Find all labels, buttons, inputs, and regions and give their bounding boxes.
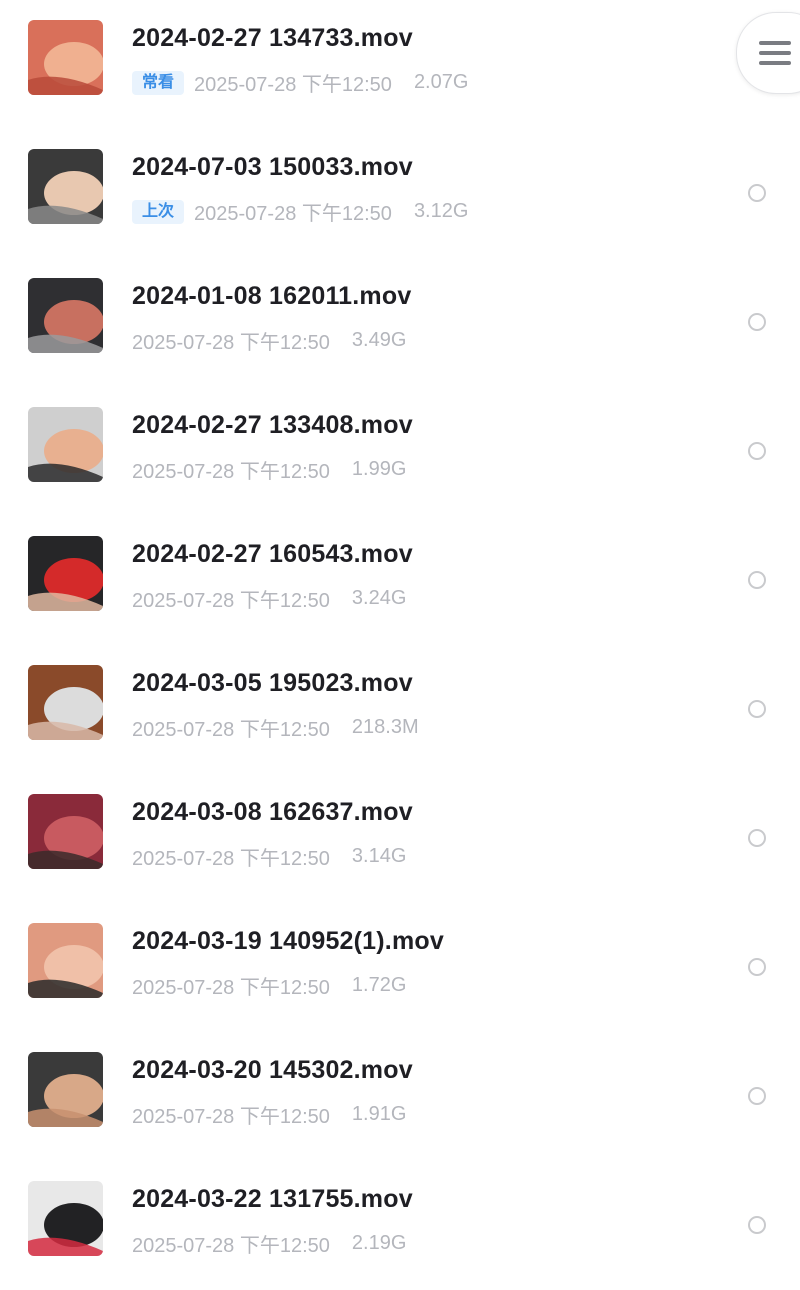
file-meta: 2025-07-28 下午12:50 3.14G bbox=[132, 842, 406, 871]
file-meta: 2025-07-28 下午12:50 3.49G bbox=[132, 326, 406, 355]
file-row[interactable]: 2024-02-27 160543.mov 2025-07-28 下午12:50 3… bbox=[0, 516, 800, 645]
video-thumbnail-image bbox=[28, 1181, 103, 1256]
file-meta: 上次 2025-07-28 下午12:50 3.12G bbox=[132, 197, 468, 226]
file-meta: 2025-07-28 下午12:50 2.19G bbox=[132, 1229, 406, 1258]
file-name: 2024-07-03 150033.mov bbox=[132, 153, 413, 181]
file-time: 2025-07-28 下午12:50 bbox=[194, 74, 392, 96]
video-thumbnail-image bbox=[28, 1052, 103, 1127]
video-thumbnail[interactable] bbox=[28, 20, 103, 95]
file-size: 1.99G bbox=[351, 458, 407, 480]
file-time: 2025-07-28 下午12:50 bbox=[132, 1106, 330, 1128]
video-thumbnail-image bbox=[28, 278, 103, 353]
video-thumbnail[interactable] bbox=[28, 536, 103, 611]
file-time: 2025-07-28 下午12:50 bbox=[132, 1235, 330, 1257]
file-size: 2.19G bbox=[351, 1232, 407, 1254]
file-row[interactable]: 2024-01-08 162011.mov 2025-07-28 下午12:50 3… bbox=[0, 258, 800, 387]
file-meta: 常看 2025-07-28 下午12:50 2.07G bbox=[132, 68, 468, 97]
file-time: 2025-07-28 下午12:50 bbox=[194, 203, 392, 225]
status-badge: 上次 bbox=[132, 199, 185, 224]
file-name: 2024-03-19 140952(1).mov bbox=[132, 927, 444, 955]
video-thumbnail-image bbox=[28, 407, 103, 482]
radio-circle-icon[interactable] bbox=[748, 700, 766, 718]
file-size: 3.49G bbox=[351, 329, 407, 351]
file-name: 2024-02-27 160543.mov bbox=[132, 540, 413, 568]
file-meta: 2025-07-28 下午12:50 218.3M bbox=[132, 713, 419, 742]
file-size: 218.3M bbox=[351, 716, 419, 738]
video-thumbnail[interactable] bbox=[28, 923, 103, 998]
video-thumbnail-image bbox=[28, 794, 103, 869]
file-size: 3.24G bbox=[351, 587, 407, 609]
file-time: 2025-07-28 下午12:50 bbox=[132, 848, 330, 870]
file-name: 2024-01-08 162011.mov bbox=[132, 282, 412, 310]
file-row[interactable]: 2024-02-27 133408.mov 2025-07-28 下午12:50 1… bbox=[0, 387, 800, 516]
video-thumbnail[interactable] bbox=[28, 1181, 103, 1256]
file-size: 2.07G bbox=[413, 71, 469, 93]
hamburger-menu-icon-bar-2 bbox=[759, 51, 791, 55]
radio-circle-icon[interactable] bbox=[748, 958, 766, 976]
file-row[interactable]: 2024-03-08 162637.mov 2025-07-28 下午12:50 3… bbox=[0, 774, 800, 903]
video-thumbnail[interactable] bbox=[28, 794, 103, 869]
file-meta: 2025-07-28 下午12:50 3.24G bbox=[132, 584, 406, 613]
video-thumbnail-image bbox=[28, 665, 103, 740]
file-time: 2025-07-28 下午12:50 bbox=[132, 461, 330, 483]
file-meta: 2025-07-28 下午12:50 1.72G bbox=[132, 971, 406, 1000]
file-meta: 2025-07-28 下午12:50 1.91G bbox=[132, 1100, 406, 1129]
file-row[interactable]: 2024-03-19 140952(1).mov 2025-07-28 下午12:… bbox=[0, 903, 800, 1032]
file-time: 2025-07-28 下午12:50 bbox=[132, 977, 330, 999]
file-size: 1.91G bbox=[351, 1103, 407, 1125]
status-badge: 常看 bbox=[132, 70, 185, 95]
file-size: 3.12G bbox=[413, 200, 469, 222]
file-row[interactable]: 2024-02-27 134733.mov 常看 2025-07-28 下午12:5… bbox=[0, 0, 800, 129]
video-thumbnail[interactable] bbox=[28, 407, 103, 482]
video-thumbnail-image bbox=[28, 536, 103, 611]
file-name: 2024-02-27 134733.mov bbox=[132, 24, 413, 52]
file-size: 3.14G bbox=[351, 845, 407, 867]
video-thumbnail[interactable] bbox=[28, 665, 103, 740]
radio-circle-icon[interactable] bbox=[748, 442, 766, 460]
file-row[interactable]: 2024-03-05 195023.mov 2025-07-28 下午12:50 2… bbox=[0, 645, 800, 774]
radio-circle-icon[interactable] bbox=[748, 184, 766, 202]
file-time: 2025-07-28 下午12:50 bbox=[132, 719, 330, 741]
file-meta: 2025-07-28 下午12:50 1.99G bbox=[132, 455, 406, 484]
video-thumbnail-image bbox=[28, 20, 103, 95]
file-name: 2024-03-08 162637.mov bbox=[132, 798, 413, 826]
video-thumbnail-image bbox=[28, 149, 103, 224]
file-name: 2024-03-05 195023.mov bbox=[132, 669, 413, 697]
file-time: 2025-07-28 下午12:50 bbox=[132, 590, 330, 612]
hamburger-menu-icon bbox=[759, 41, 791, 45]
video-thumbnail-image bbox=[28, 923, 103, 998]
file-row[interactable]: 2024-03-20 145302.mov 2025-07-28 下午12:50 1… bbox=[0, 1032, 800, 1161]
video-thumbnail[interactable] bbox=[28, 149, 103, 224]
file-name: 2024-03-22 131755.mov bbox=[132, 1185, 413, 1213]
radio-circle-icon[interactable] bbox=[748, 313, 766, 331]
video-thumbnail[interactable] bbox=[28, 278, 103, 353]
file-row[interactable]: 2024-03-22 131755.mov 2025-07-28 下午12:50 2… bbox=[0, 1161, 800, 1290]
file-row[interactable]: 2024-07-03 150033.mov 上次 2025-07-28 下午12:5… bbox=[0, 129, 800, 258]
file-name: 2024-03-20 145302.mov bbox=[132, 1056, 413, 1084]
file-size: 1.72G bbox=[351, 974, 407, 996]
file-time: 2025-07-28 下午12:50 bbox=[132, 332, 330, 354]
file-name: 2024-02-27 133408.mov bbox=[132, 411, 413, 439]
hamburger-menu-icon-bar-3 bbox=[759, 61, 791, 65]
video-thumbnail[interactable] bbox=[28, 1052, 103, 1127]
radio-circle-icon[interactable] bbox=[748, 1087, 766, 1105]
radio-circle-icon[interactable] bbox=[748, 1216, 766, 1234]
radio-circle-icon[interactable] bbox=[748, 571, 766, 589]
radio-circle-icon[interactable] bbox=[748, 829, 766, 847]
